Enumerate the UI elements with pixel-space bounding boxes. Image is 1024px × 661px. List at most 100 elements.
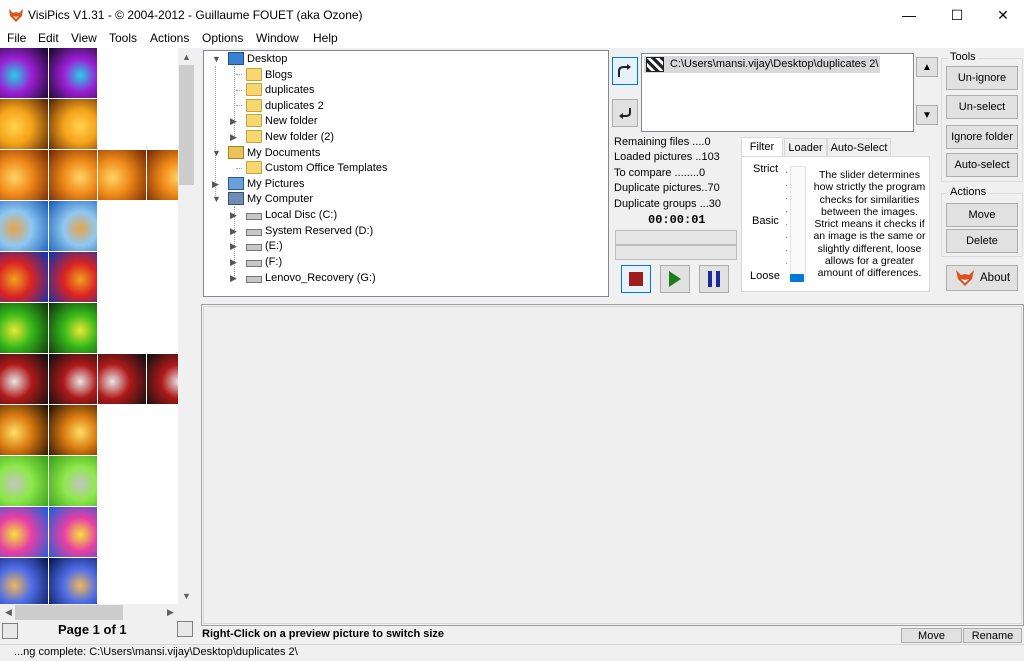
- menu-file[interactable]: File: [7, 31, 26, 45]
- close-button[interactable]: ✕: [980, 0, 1024, 30]
- tree-node-blogs[interactable]: Blogs: [246, 67, 293, 82]
- thumbnail-image[interactable]: [49, 201, 97, 251]
- menu-edit[interactable]: Edit: [38, 31, 59, 45]
- thumbnail-group[interactable]: [0, 507, 98, 557]
- thumbnail-group[interactable]: [0, 150, 180, 200]
- tree-node-duplicates[interactable]: duplicates: [246, 82, 315, 97]
- stop-button[interactable]: [621, 265, 651, 293]
- thumbnail-group[interactable]: [0, 303, 98, 353]
- tree-node-desktop[interactable]: Desktop: [228, 51, 287, 66]
- tree-node-new-folder-2[interactable]: New folder (2): [246, 129, 334, 144]
- scroll-right-icon[interactable]: ▶: [163, 605, 178, 620]
- thumbnail-image[interactable]: [0, 507, 48, 557]
- menu-help[interactable]: Help: [313, 31, 338, 45]
- scroll-left-icon[interactable]: ◀: [1, 605, 16, 620]
- thumbnail-image[interactable]: [0, 201, 48, 251]
- unignore-button[interactable]: Un-ignore: [946, 66, 1018, 90]
- thumbnail-image[interactable]: [49, 150, 97, 200]
- thumbnail-group[interactable]: [0, 252, 98, 302]
- thumbnail-image[interactable]: [49, 354, 97, 404]
- move-button[interactable]: Move: [946, 203, 1018, 227]
- expand-disc-c-icon[interactable]: ▶: [230, 210, 237, 221]
- play-button[interactable]: [660, 265, 690, 293]
- collapse-my-documents-icon[interactable]: ▼: [212, 148, 221, 158]
- tree-node-disc-g[interactable]: Lenovo_Recovery (G:): [246, 270, 376, 285]
- move-folder-up-button[interactable]: ▲: [916, 57, 938, 77]
- filter-slider-thumb[interactable]: [790, 274, 804, 282]
- tree-node-disc-c[interactable]: Local Disc (C:): [246, 207, 337, 222]
- tree-node-disc-d[interactable]: System Reserved (D:): [246, 223, 373, 238]
- minimize-button[interactable]: —: [886, 0, 932, 30]
- thumbnail-group[interactable]: [0, 48, 98, 98]
- vertical-scroll-thumb[interactable]: [179, 65, 194, 185]
- thumbnail-image[interactable]: [147, 150, 180, 200]
- remove-folder-button[interactable]: [612, 99, 638, 127]
- thumbnail-image[interactable]: [49, 405, 97, 455]
- tree-node-my-pictures[interactable]: My Pictures: [228, 176, 304, 191]
- thumbnail-group[interactable]: [0, 354, 180, 404]
- tree-node-my-computer[interactable]: My Computer: [228, 191, 313, 206]
- expand-disc-e-icon[interactable]: ▶: [230, 241, 237, 252]
- thumbnail-group[interactable]: [0, 99, 98, 149]
- thumbnail-image[interactable]: [147, 354, 180, 404]
- tree-node-disc-f[interactable]: (F:): [246, 254, 282, 269]
- thumbnail-image[interactable]: [98, 354, 146, 404]
- add-folder-button[interactable]: [612, 57, 638, 85]
- collapse-icon[interactable]: [177, 621, 193, 637]
- expand-icon[interactable]: [2, 623, 18, 639]
- thumbnail-image[interactable]: [0, 99, 48, 149]
- move-folder-down-button[interactable]: ▼: [916, 105, 938, 125]
- thumbnail-image[interactable]: [0, 303, 48, 353]
- preview-rename-button[interactable]: Rename: [963, 628, 1022, 643]
- preview-canvas[interactable]: [203, 306, 1022, 624]
- menu-tools[interactable]: Tools: [109, 31, 137, 45]
- auto-select-button[interactable]: Auto-select: [946, 153, 1018, 177]
- tab-loader[interactable]: Loader: [784, 138, 827, 157]
- horizontal-scroll-thumb[interactable]: [15, 605, 123, 620]
- thumbnail-image[interactable]: [49, 456, 97, 506]
- thumbnail-group[interactable]: [0, 405, 98, 455]
- collapse-my-computer-icon[interactable]: ▼: [212, 194, 221, 204]
- tab-auto-select[interactable]: Auto-Select: [827, 138, 891, 157]
- tree-node-disc-e[interactable]: (E:): [246, 238, 283, 253]
- thumbnail-group[interactable]: [0, 201, 98, 251]
- thumbnail-image[interactable]: [0, 48, 48, 98]
- maximize-button[interactable]: ☐: [934, 0, 980, 30]
- thumbnail-group[interactable]: [0, 558, 98, 606]
- tree-node-new-folder[interactable]: New folder: [246, 113, 318, 128]
- expand-disc-d-icon[interactable]: ▶: [230, 226, 237, 237]
- thumbnail-image[interactable]: [49, 558, 97, 606]
- expand-new-folder-icon[interactable]: ▶: [230, 116, 237, 127]
- tree-node-duplicates-2[interactable]: duplicates 2: [246, 98, 324, 113]
- filter-slider-track[interactable]: [790, 166, 806, 281]
- about-button[interactable]: About: [946, 265, 1018, 291]
- thumbnail-image[interactable]: [49, 252, 97, 302]
- thumbnail-image[interactable]: [0, 252, 48, 302]
- unselect-button[interactable]: Un-select: [946, 95, 1018, 119]
- thumbnail-image[interactable]: [0, 405, 48, 455]
- expand-my-pictures-icon[interactable]: ▶: [212, 179, 219, 190]
- ignore-folder-button[interactable]: Ignore folder: [946, 125, 1018, 149]
- thumbnail-image[interactable]: [49, 507, 97, 557]
- delete-button[interactable]: Delete: [946, 229, 1018, 253]
- thumbnail-image[interactable]: [0, 558, 48, 606]
- thumbnail-image[interactable]: [0, 150, 48, 200]
- thumbnail-panel[interactable]: [0, 48, 180, 606]
- thumbnail-image[interactable]: [98, 150, 146, 200]
- menu-view[interactable]: View: [71, 31, 97, 45]
- menu-actions[interactable]: Actions: [150, 31, 189, 45]
- collapse-desktop-icon[interactable]: ▼: [212, 54, 221, 64]
- menu-options[interactable]: Options: [202, 31, 243, 45]
- thumbnail-image[interactable]: [49, 303, 97, 353]
- expand-disc-g-icon[interactable]: ▶: [230, 273, 237, 284]
- preview-move-button[interactable]: Move: [901, 628, 962, 643]
- tree-node-my-documents[interactable]: My Documents: [228, 145, 320, 160]
- expand-new-folder-2-icon[interactable]: ▶: [230, 132, 237, 143]
- scroll-up-icon[interactable]: ▲: [179, 49, 194, 64]
- menu-window[interactable]: Window: [256, 31, 299, 45]
- thumbnail-image[interactable]: [49, 99, 97, 149]
- pause-button[interactable]: [699, 265, 729, 293]
- thumbnail-image[interactable]: [0, 456, 48, 506]
- tree-node-custom-office-templates[interactable]: Custom Office Templates: [246, 160, 387, 175]
- tab-filter[interactable]: Filter: [741, 137, 783, 157]
